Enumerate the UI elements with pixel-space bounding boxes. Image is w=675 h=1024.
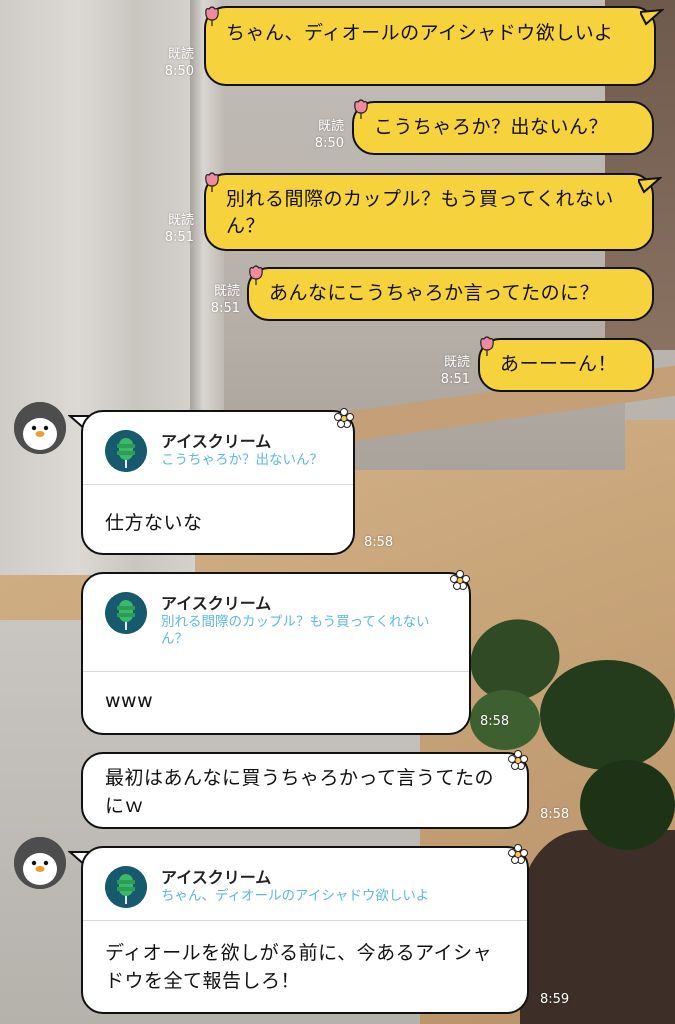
received-message-bubble[interactable]: 最初はあんなに買うちゃろかって言うてたのにｗ (81, 752, 529, 829)
message-text: 仕方ないな (105, 512, 203, 534)
quote-snippet: 別れる間際のカップル？もう買ってくれないん？ (161, 614, 430, 647)
tree-icon (105, 430, 147, 472)
tulip-icon (480, 336, 494, 356)
quote-snippet: こうちゃろか？出ないん？ (161, 452, 323, 468)
message-text: こうちゃろか？出ないん？ (374, 116, 609, 138)
read-receipt: 既読 8:51 (164, 213, 194, 245)
tree-icon (105, 866, 147, 908)
message-time: 8:58 (364, 535, 394, 550)
message-text: www (105, 690, 154, 712)
reply-message-bubble[interactable]: アイスクリーム ちゃん、ディオールのアイシャドウ欲しいよ ディオールを欲しがる前… (81, 846, 529, 1014)
sent-message-bubble[interactable]: 別れる間際のカップル？もう買ってくれないん？ (204, 173, 654, 251)
message-text: ディオールを欲しがる前に、今あるアイシャドウを全て報告しろ！ (105, 942, 493, 992)
read-receipt: 既読 8:51 (440, 355, 470, 387)
quoted-message[interactable]: アイスクリーム こうちゃろか？出ないん？ (83, 412, 353, 485)
message-time: 8:58 (480, 714, 510, 729)
quote-sender-name: アイスクリーム (161, 432, 272, 451)
flower-icon (450, 570, 470, 590)
message-time: 8:59 (540, 992, 570, 1007)
sent-message-bubble[interactable]: あんなにこうちゃろか言ってたのに？ (247, 267, 654, 321)
bubble-tail (640, 8, 664, 26)
message-text: 最初はあんなに買うちゃろかって言うてたのにｗ (105, 767, 495, 817)
quoted-message[interactable]: アイスクリーム 別れる間際のカップル？もう買ってくれないん？ (83, 574, 469, 672)
quote-snippet: ちゃん、ディオールのアイシャドウ欲しいよ (161, 888, 430, 904)
message-text: 別れる間際のカップル？もう買ってくれないん？ (226, 188, 614, 237)
quote-sender-name: アイスクリーム (161, 594, 272, 613)
read-receipt: 既読 8:50 (314, 119, 344, 151)
tulip-icon (205, 172, 219, 192)
reply-message-bubble[interactable]: アイスクリーム こうちゃろか？出ないん？ 仕方ないな (81, 410, 355, 555)
sent-message-bubble[interactable]: こうちゃろか？出ないん？ (352, 101, 654, 155)
message-text: あーーーん！ (500, 353, 618, 375)
penguin-icon[interactable] (14, 837, 66, 889)
flower-icon (508, 844, 528, 864)
penguin-icon[interactable] (14, 402, 66, 454)
message-text: あんなにこうちゃろか言ってたのに？ (269, 282, 600, 304)
quote-sender-name: アイスクリーム (161, 868, 272, 887)
tulip-icon (205, 6, 219, 26)
sent-message-bubble[interactable]: あーーーん！ (478, 338, 654, 392)
bubble-tail (638, 176, 662, 194)
flower-icon (334, 408, 354, 428)
tulip-icon (354, 99, 368, 119)
flower-icon (508, 750, 528, 770)
read-receipt: 既読 8:50 (164, 47, 194, 79)
reply-message-bubble[interactable]: アイスクリーム 別れる間際のカップル？もう買ってくれないん？ www (81, 572, 471, 735)
read-receipt: 既読 8:51 (210, 284, 240, 316)
message-text: ちゃん、ディオールのアイシャドウ欲しいよ (226, 22, 614, 44)
tulip-icon (249, 265, 263, 285)
message-time: 8:58 (540, 807, 570, 822)
sent-message-bubble[interactable]: ちゃん、ディオールのアイシャドウ欲しいよ (204, 6, 656, 86)
quoted-message[interactable]: アイスクリーム ちゃん、ディオールのアイシャドウ欲しいよ (83, 848, 527, 921)
tree-icon (105, 592, 147, 634)
